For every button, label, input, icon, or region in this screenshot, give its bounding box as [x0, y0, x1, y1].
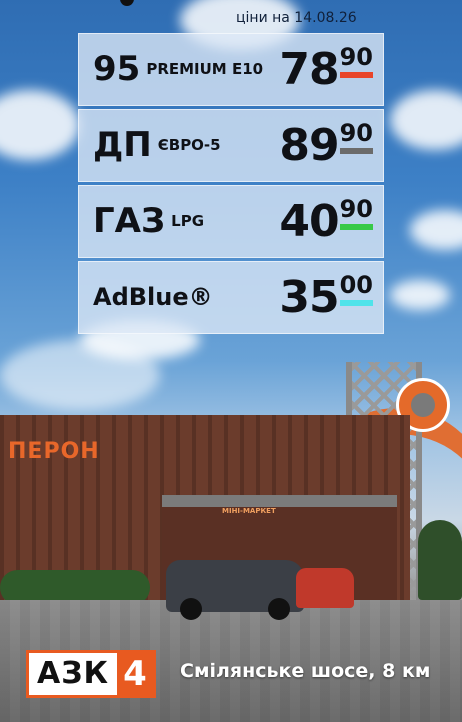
fuel-name: AdBlue® [93, 283, 213, 311]
fuel-price: 7890 [279, 44, 373, 96]
logo-number: 4 [117, 653, 153, 695]
price-board: 95 PREMIUM E10 7890 ДП ЄВРО-5 8990 ГАЗ LPG … [78, 33, 384, 337]
price-color-bar [339, 224, 373, 230]
shop-sign: МІНІ-МАРКЕТ [222, 507, 276, 515]
cloud [390, 280, 450, 310]
fuel-name: 95 [93, 49, 141, 89]
fuel-name: ДП [93, 125, 152, 165]
logo-text: АЗК [29, 653, 118, 695]
price-fraction-text: 90 [339, 43, 373, 71]
price-fraction: 90 [339, 195, 373, 230]
fuel-grade: LPG [171, 212, 205, 230]
cloud [390, 90, 462, 150]
price-fraction: 90 [339, 43, 373, 78]
price-row-adblue: AdBlue® 3500 [78, 261, 384, 334]
fuel-price: 4090 [279, 196, 373, 248]
price-color-bar [339, 72, 373, 78]
cloud [0, 90, 80, 160]
car-dark [166, 560, 304, 620]
price-fraction: 90 [339, 119, 373, 154]
fuel-label: ДП ЄВРО-5 [93, 128, 221, 162]
fuel-price: 8990 [279, 120, 373, 172]
price-row-gas: ГАЗ LPG 4090 [78, 185, 384, 258]
tree [418, 520, 462, 600]
price-color-bar [339, 300, 373, 306]
car-red [296, 568, 354, 608]
fuel-price: 3500 [279, 272, 373, 324]
fuel-label: AdBlue® [93, 280, 213, 314]
fuel-label: ГАЗ LPG [93, 204, 204, 238]
cloud [0, 340, 160, 410]
price-row-diesel: ДП ЄВРО-5 8990 [78, 109, 384, 182]
price-integer: 78 [279, 44, 339, 95]
price-date: ціни на 14.08.26 [236, 10, 357, 26]
fuel-name: ГАЗ [93, 201, 166, 241]
price-fraction-text: 90 [339, 195, 373, 223]
price-integer: 35 [279, 272, 339, 323]
fuel-label: 95 PREMIUM E10 [93, 52, 263, 86]
building-sign: ПЕРОН [8, 439, 100, 464]
price-integer: 40 [279, 196, 339, 247]
price-color-bar [339, 148, 373, 154]
brand-logo: АЗК 4 [26, 650, 156, 698]
price-fraction: 00 [339, 271, 373, 306]
price-fraction-text: 00 [339, 271, 373, 299]
fuel-grade: ЄВРО-5 [157, 136, 221, 154]
station-address: Смілянське шосе, 8 км [180, 660, 431, 682]
price-row-95: 95 PREMIUM E10 7890 [78, 33, 384, 106]
fuel-grade: PREMIUM E10 [146, 60, 264, 78]
cloud [410, 210, 462, 250]
price-integer: 89 [279, 120, 339, 171]
price-fraction-text: 90 [339, 119, 373, 147]
